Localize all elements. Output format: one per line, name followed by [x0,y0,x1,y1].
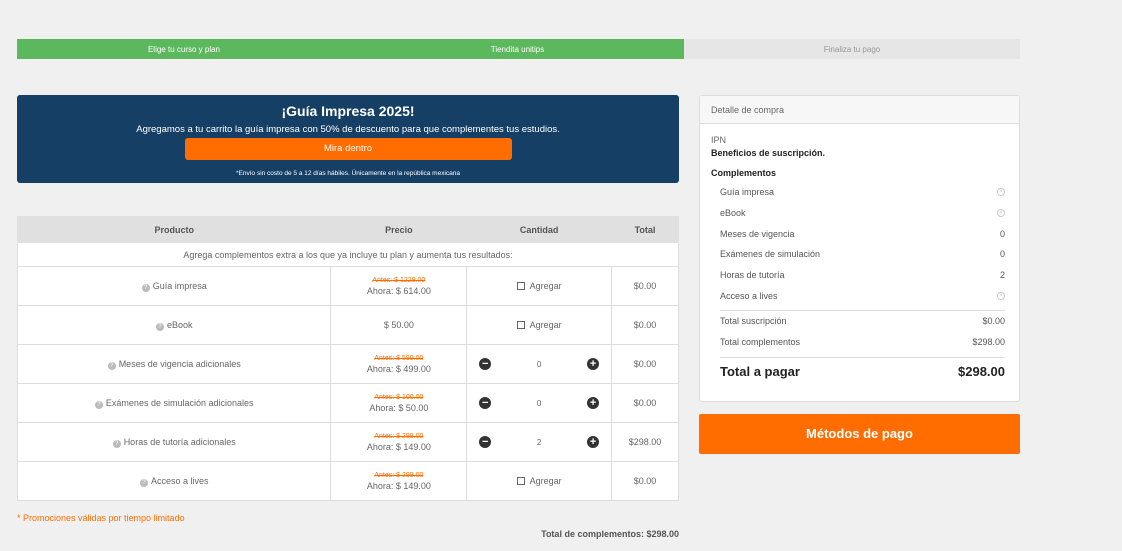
summary-header: Detalle de compra [700,96,1019,124]
promotions-note: * Promociones válidas por tiempo limitad… [17,513,185,523]
plan-name: IPN [711,135,727,145]
excluded-icon: × [997,188,1005,197]
promo-banner: ¡Guía Impresa 2025! Agregamos a tu carri… [17,95,679,183]
add-checkbox[interactable]: Agregar [516,320,562,330]
row-total: $0.00 [611,344,679,384]
quantity-stepper: − 2 + [467,436,611,448]
table-row: ? Acceso a lives Antes: $ 299.00 Ahora: $ … [16,461,679,501]
excluded-icon: × [997,291,1005,300]
row-total: $0.00 [611,383,679,423]
help-icon[interactable]: ? [112,439,121,448]
promo-title: ¡Guía Impresa 2025! [281,103,415,119]
checkout-steps: Elige tu curso y plan Tiendita unitips F… [17,39,1020,59]
step-store: Tiendita unitips [351,39,684,59]
summary-line: Exámenes de simulación 0 [720,249,1005,260]
summary-line: Guía impresa × [711,182,1005,203]
old-price: Antes: $ 599.00 [374,354,424,362]
old-price: Antes: $ 299.00 [374,471,424,479]
row-total: $0.00 [611,305,679,345]
quantity-value: 2 [536,437,542,447]
checkbox-icon[interactable] [516,476,525,485]
table-row: ? eBook $ 50.00 Agregar $0.00 [16,305,679,345]
table-row: ? Horas de tutoría adicionales Antes: $ 2… [16,422,679,462]
summary-line: Meses de vigencia 0 [720,228,1005,239]
minus-icon[interactable]: − [479,397,492,409]
promo-view-button[interactable]: Mira dentro [184,138,512,160]
step-pay: Finaliza tu pago [684,39,1020,59]
help-icon[interactable]: ? [141,283,150,292]
current-price: Ahora: $ 149.00 [366,441,431,452]
product-name: Acceso a lives [150,475,209,486]
quantity-value: 0 [536,398,542,408]
old-price: Antes: $ 1229.00 [372,276,426,284]
help-icon[interactable]: ? [94,400,103,409]
add-checkbox[interactable]: Agregar [516,281,562,291]
current-price: Ahora: $ 614.00 [366,285,431,296]
table-row: ? Meses de vigencia adicionales Antes: $ … [16,344,679,384]
row-total: $298.00 [611,422,679,462]
complements-total-line: Total complementos $298.00 [720,337,1005,348]
grand-total: Total a pagar $298.00 [720,363,1005,379]
current-price: Ahora: $ 50.00 [369,402,429,413]
checkbox-icon[interactable] [516,281,525,290]
old-price: Antes: $ 298.00 [374,432,424,440]
product-name: Horas de tutoría adicionales [123,436,236,447]
divider [720,356,1005,358]
table-row: ? Guía impresa Antes: $ 1229.00 Ahora: $ 6… [16,266,679,306]
product-name: eBook [166,319,193,330]
subscription-total-line: Total suscripción $0.00 [720,316,1005,327]
payment-methods-button[interactable]: Métodos de pago [699,414,1020,454]
excluded-icon: × [997,209,1005,218]
product-name: Exámenes de simulación adicionales [105,397,254,408]
row-total: $0.00 [611,266,679,306]
product-name: Guía impresa [152,280,207,291]
complements-title: Complementos [711,168,777,178]
help-icon[interactable]: ? [139,478,148,487]
row-total: $0.00 [611,461,679,501]
col-product: Producto [16,216,332,243]
step-choose-plan: Elige tu curso y plan [17,39,351,59]
summary-line: Horas de tutoría 2 [720,270,1005,281]
quantity-stepper: − 0 + [467,397,611,409]
col-price: Precio [330,216,468,243]
quantity-value: 0 [536,359,542,369]
minus-icon[interactable]: − [479,436,492,448]
complements-total: Total de complementos: $298.00 [541,529,679,539]
checkbox-icon[interactable] [516,320,525,329]
plus-icon[interactable]: + [587,397,600,409]
current-price: $ 50.00 [383,320,414,330]
help-icon[interactable]: ? [107,361,116,370]
promo-note: *Envío sin costo de 5 a 12 días hábiles.… [235,170,461,177]
product-name: Meses de vigencia adicionales [118,358,241,369]
benefits-label: Beneficios de suscripción. [711,148,826,158]
minus-icon[interactable]: − [479,358,492,370]
plus-icon[interactable]: + [587,358,600,370]
table-row: ? Exámenes de simulación adicionales Ante… [16,383,679,423]
promo-text: Agregamos a tu carrito la guía impresa c… [136,124,560,135]
table-note: Agrega complementos extra a los que ya i… [17,242,679,267]
quantity-stepper: − 0 + [467,358,611,370]
summary-line: Acceso a lives × [711,285,1005,306]
col-quantity: Cantidad [466,216,613,243]
help-icon[interactable]: ? [155,322,164,331]
summary-line: eBook × [711,203,1005,224]
products-table: Producto Precio Cantidad Total Agrega co… [16,216,679,501]
current-price: Ahora: $ 149.00 [366,480,431,491]
old-price: Antes: $ 100.00 [374,393,424,401]
current-price: Ahora: $ 499.00 [366,363,431,374]
col-total: Total [611,216,679,243]
plus-icon[interactable]: + [587,436,600,448]
add-checkbox[interactable]: Agregar [516,476,562,486]
purchase-summary: Detalle de compra IPN Beneficios de susc… [699,95,1020,402]
